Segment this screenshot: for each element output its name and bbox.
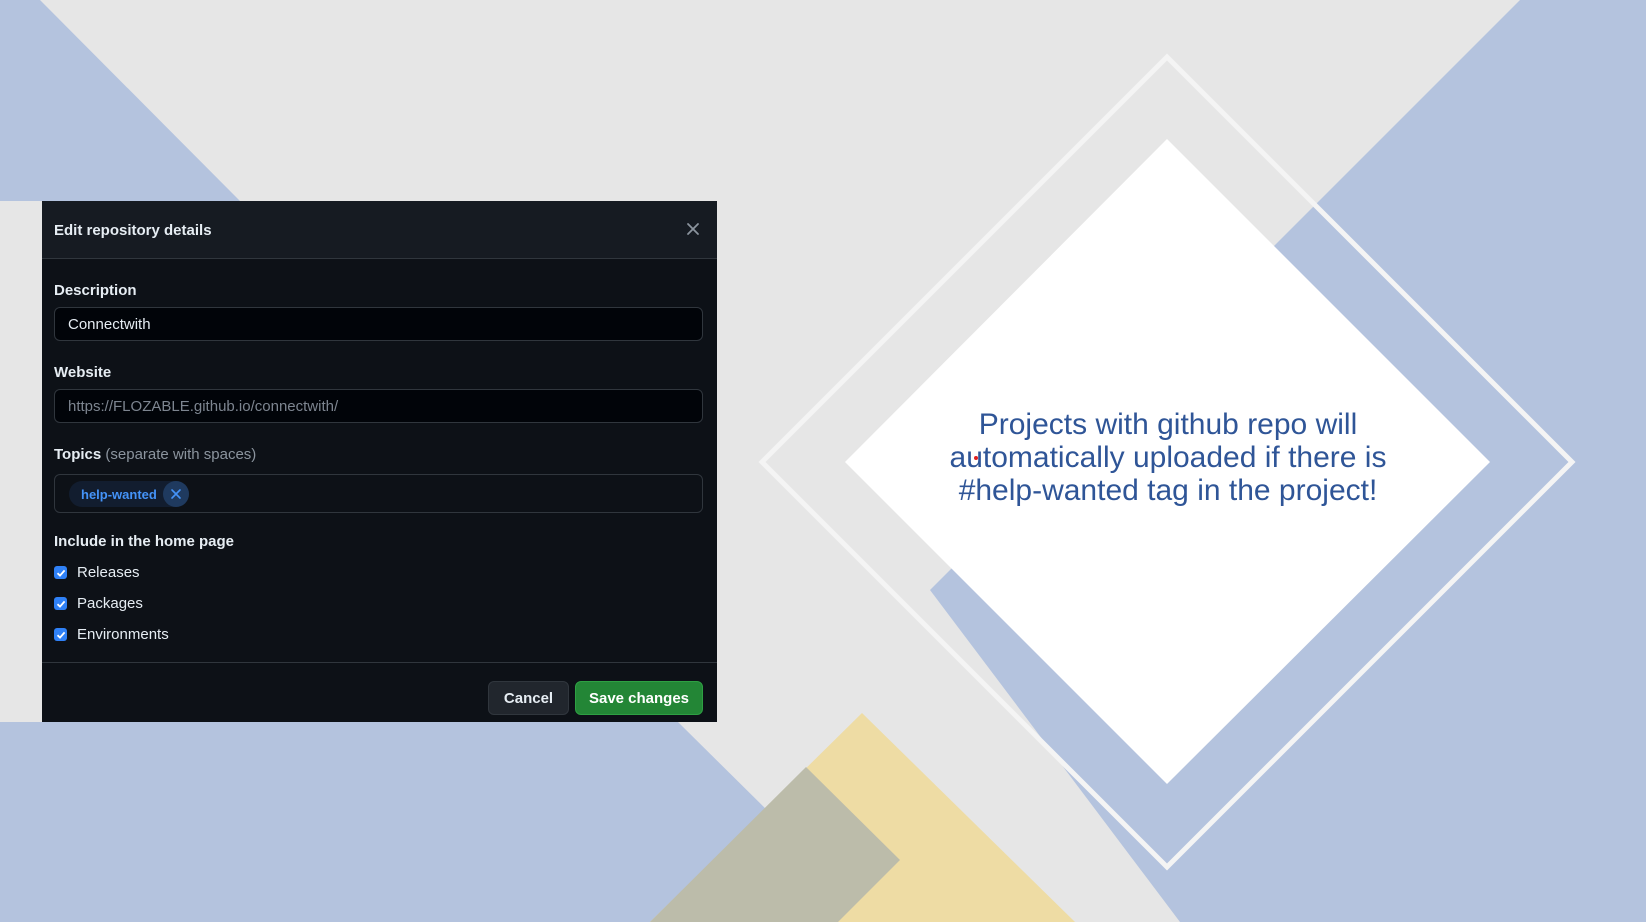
topics-label-text: Topics — [54, 446, 102, 463]
dialog-title: Edit repository details — [54, 222, 212, 239]
slide-message-line3: #help-wanted tag in the project! — [958, 474, 1378, 507]
slide-message-line1: Projects with github repo will — [978, 408, 1358, 441]
home-page-label: Include in the home page — [54, 533, 235, 550]
environments-checkbox[interactable] — [54, 628, 67, 641]
remove-topic-icon[interactable] — [162, 481, 189, 507]
description-label: Description — [54, 282, 137, 299]
releases-checkbox[interactable] — [54, 566, 67, 579]
environments-label: Environments — [77, 626, 169, 643]
slide-message: Projects with github repo will automatic… — [880, 408, 1456, 507]
topic-tag-label: help-wanted — [81, 486, 157, 502]
releases-label: Releases — [77, 564, 140, 581]
dialog-footer: Cancel Save changes — [42, 662, 717, 722]
environments-option: Environments — [54, 626, 169, 643]
packages-option: Packages — [54, 595, 143, 612]
releases-option: Releases — [54, 564, 140, 581]
topic-tag: help-wanted — [69, 481, 189, 507]
save-changes-button[interactable]: Save changes — [575, 681, 703, 715]
cancel-button[interactable]: Cancel — [488, 681, 569, 715]
website-label: Website — [54, 364, 112, 381]
description-input[interactable] — [54, 307, 703, 341]
close-icon[interactable] — [683, 219, 703, 239]
website-input[interactable] — [54, 389, 703, 423]
pointer-dot — [974, 456, 978, 460]
slide-message-line2: automatically uploaded if there is — [949, 441, 1387, 474]
edit-repository-dialog: Edit repository details Description Webs… — [42, 201, 717, 722]
blue-triangle-top-left — [0, 0, 240, 201]
packages-checkbox[interactable] — [54, 597, 67, 610]
dialog-header: Edit repository details — [42, 201, 717, 259]
topics-label: Topics (separate with spaces) — [54, 446, 256, 463]
topics-input[interactable]: help-wanted — [54, 474, 703, 513]
packages-label: Packages — [77, 595, 143, 612]
topics-hint: (separate with spaces) — [105, 446, 257, 463]
